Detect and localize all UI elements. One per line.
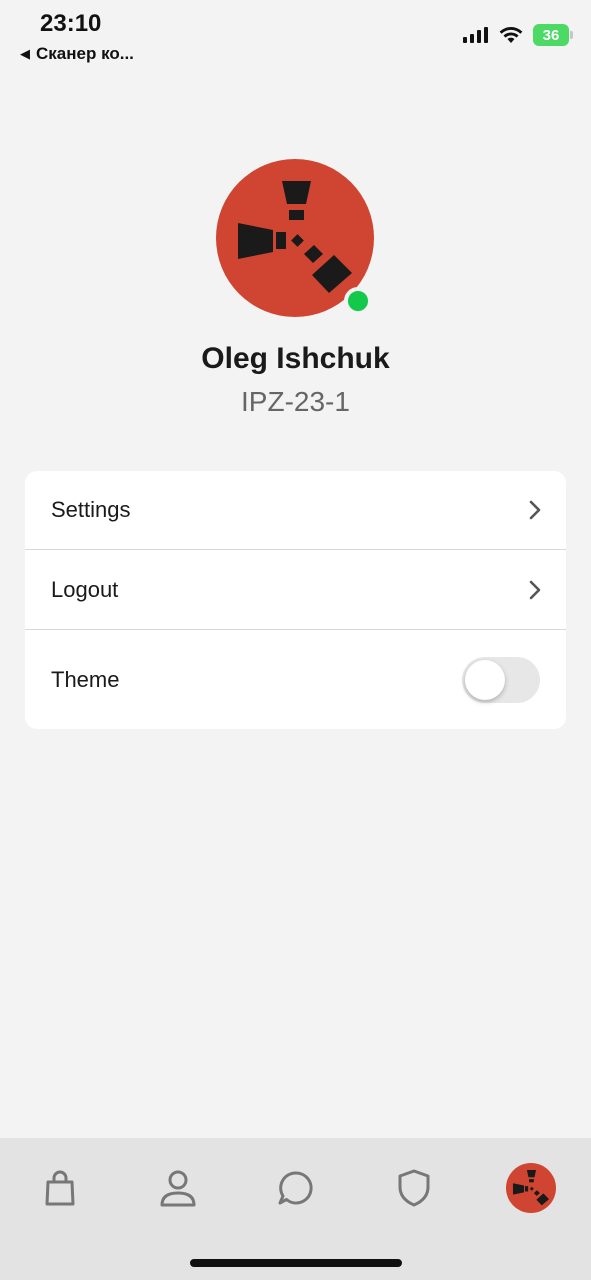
back-to-app-link[interactable]: ◀ Сканер ко...	[20, 44, 134, 64]
settings-menu-card: Settings Logout Theme	[25, 471, 566, 729]
toggle-knob	[465, 659, 505, 700]
menu-item-label: Settings	[51, 497, 131, 522]
wifi-icon	[499, 27, 523, 43]
profile-name: Oleg Ishchuk	[201, 342, 390, 375]
chevron-right-icon	[529, 580, 541, 599]
menu-item-label: Logout	[51, 576, 119, 602]
profile-avatar-icon	[506, 1163, 556, 1213]
menu-item-label: Theme	[51, 666, 120, 692]
status-icons: 36	[463, 24, 573, 46]
back-app-label: Сканер ко...	[36, 44, 134, 63]
shield-icon	[398, 1169, 430, 1207]
chevron-right-icon	[529, 500, 541, 520]
shopping-bag-icon	[45, 1170, 75, 1206]
menu-item-settings[interactable]: Settings	[25, 471, 566, 550]
tab-shop[interactable]	[30, 1158, 90, 1218]
status-time: 23:10	[40, 10, 102, 37]
cellular-signal-icon	[463, 27, 488, 43]
person-icon	[160, 1170, 196, 1207]
home-indicator[interactable]	[190, 1259, 402, 1267]
profile-avatar[interactable]	[216, 159, 376, 319]
menu-item-logout[interactable]: Logout	[25, 550, 566, 630]
tab-security[interactable]	[384, 1158, 444, 1218]
online-status-dot	[344, 287, 372, 315]
menu-item-theme: Theme	[25, 630, 566, 729]
tab-chat[interactable]	[266, 1158, 326, 1218]
chat-bubble-icon	[278, 1171, 313, 1205]
battery-level: 36	[542, 26, 560, 44]
battery-indicator: 36	[533, 24, 573, 46]
profile-group: IPZ-23-1	[241, 386, 350, 417]
back-arrow-icon: ◀	[20, 46, 30, 61]
tab-my-profile[interactable]	[501, 1158, 561, 1218]
bottom-tab-bar	[0, 1138, 591, 1280]
theme-toggle[interactable]	[462, 656, 540, 703]
tab-profile-person[interactable]	[148, 1158, 208, 1218]
